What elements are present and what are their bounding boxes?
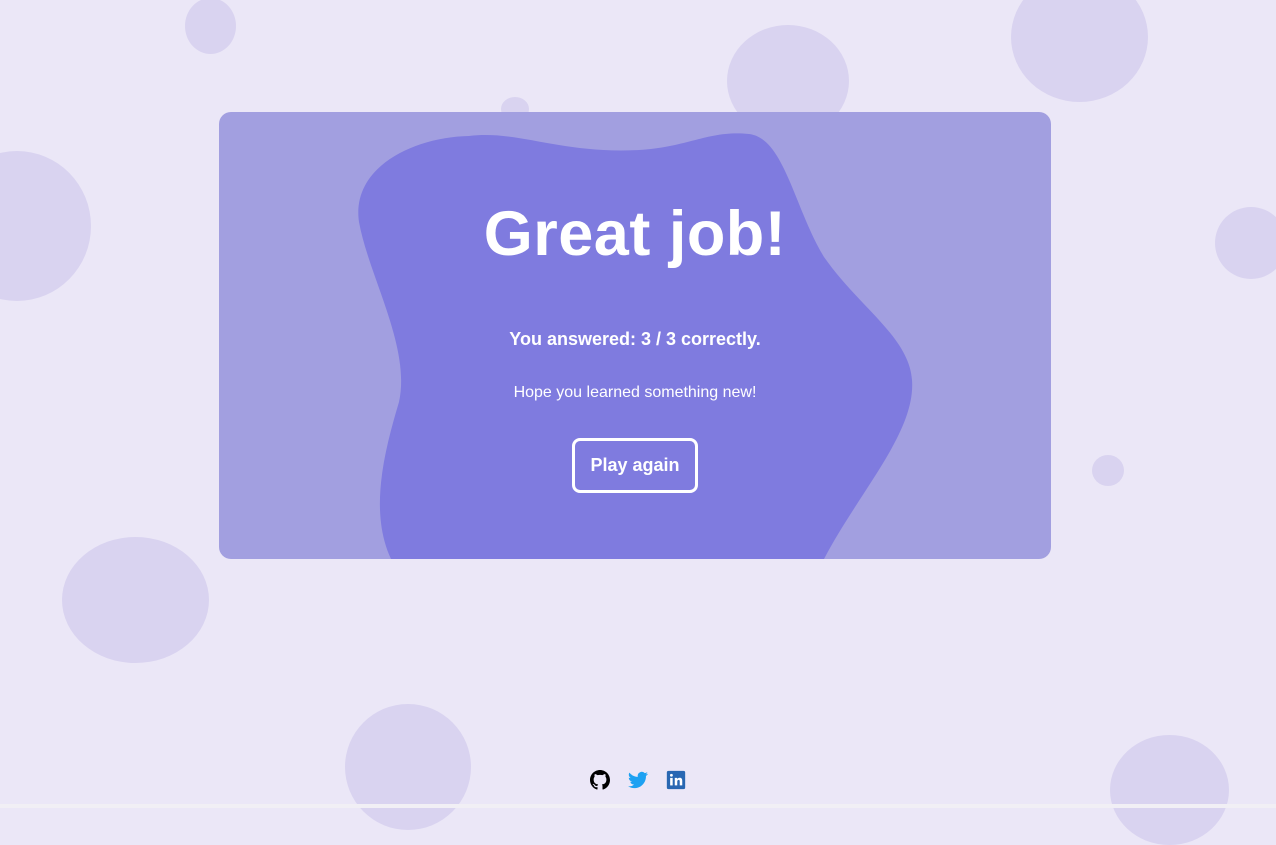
score-text: You answered: 3 / 3 correctly. [509, 329, 761, 349]
background-bubble [345, 704, 471, 830]
background-bubble [1011, 0, 1148, 102]
page-bottom-edge [0, 804, 1276, 808]
background-bubble [0, 151, 91, 301]
twitter-icon [628, 771, 648, 789]
closing-message: Hope you learned something new! [513, 384, 757, 401]
twitter-link[interactable] [628, 770, 648, 790]
linkedin-link[interactable] [666, 770, 686, 790]
linkedin-icon [666, 770, 686, 790]
result-content: Great job! You answered: 3 / 3 correctly… [219, 112, 1051, 559]
background-bubble [185, 0, 236, 54]
play-again-button[interactable]: Play again [572, 438, 698, 493]
background-bubble [1215, 207, 1276, 279]
result-card: Great job! You answered: 3 / 3 correctly… [219, 112, 1051, 559]
result-headline: Great job! [483, 199, 787, 269]
github-link[interactable] [590, 770, 610, 790]
background-bubble [62, 537, 209, 663]
background-bubble [1092, 455, 1124, 486]
github-icon [590, 770, 610, 790]
social-links [0, 770, 1276, 792]
